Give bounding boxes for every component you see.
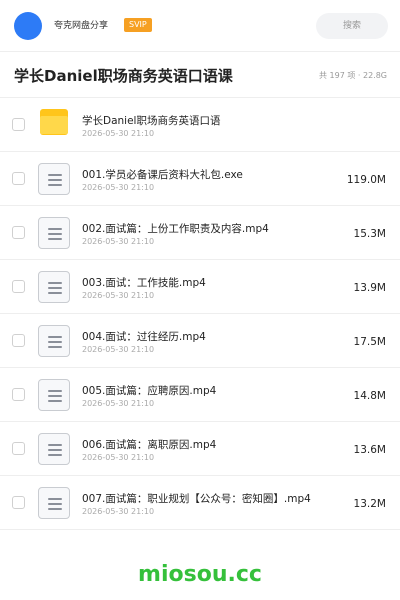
file-date: 2026-05-30 21:10	[82, 399, 155, 408]
list-item[interactable]: 006.面试篇：离职原因.mp4 2026-05-30 21:10 13.6M	[0, 422, 400, 476]
watermark: miosou.cc	[138, 562, 262, 587]
file-date: 2026-05-30 21:10	[82, 453, 155, 462]
file-name: 006.面试篇：离职原因.mp4	[82, 439, 217, 451]
search-button[interactable]: 搜索	[316, 13, 388, 39]
list-item[interactable]: 002.面试篇：上份工作职责及内容.mp4 2026-05-30 21:10 1…	[0, 206, 400, 260]
file-name: 007.面试篇：职业规划【公众号：密知圈】.mp4	[82, 493, 311, 505]
file-name: 002.面试篇：上份工作职责及内容.mp4	[82, 223, 269, 235]
file-name: 001.学员必备课后资料大礼包.exe	[82, 169, 243, 181]
file-name: 学长Daniel职场商务英语口语	[82, 115, 221, 127]
document-icon	[38, 379, 70, 411]
list-item[interactable]: 003.面试：工作技能.mp4 2026-05-30 21:10 13.9M	[0, 260, 400, 314]
page-title: 学长Daniel职场商务英语口语课	[14, 67, 233, 85]
document-icon	[38, 325, 70, 357]
list-item[interactable]: 001.学员必备课后资料大礼包.exe 2026-05-30 21:10 119…	[0, 152, 400, 206]
file-date: 2026-05-30 21:10	[82, 507, 155, 516]
file-size: 15.3M	[353, 228, 386, 240]
file-name: 004.面试：过往经历.mp4	[82, 331, 206, 343]
file-name: 005.面试篇：应聘原因.mp4	[82, 385, 217, 397]
app-name: 夸克网盘分享	[54, 21, 109, 31]
top-header: 夸克网盘分享 SVIP 搜索	[0, 0, 400, 52]
file-date: 2026-05-30 21:10	[82, 237, 155, 246]
list-item[interactable]: 007.面试篇：职业规划【公众号：密知圈】.mp4 2026-05-30 21:…	[0, 476, 400, 530]
select-checkbox[interactable]	[12, 226, 25, 239]
document-icon	[38, 271, 70, 303]
svip-badge: SVIP	[124, 18, 152, 32]
select-checkbox[interactable]	[12, 496, 25, 509]
list-item[interactable]: 学长Daniel职场商务英语口语 2026-05-30 21:10	[0, 98, 400, 152]
list-item[interactable]: 005.面试篇：应聘原因.mp4 2026-05-30 21:10 14.8M	[0, 368, 400, 422]
file-date: 2026-05-30 21:10	[82, 345, 155, 354]
file-size: 13.2M	[353, 498, 386, 510]
select-checkbox[interactable]	[12, 442, 25, 455]
document-icon	[38, 487, 70, 519]
file-size: 13.9M	[353, 282, 386, 294]
file-size: 119.0M	[346, 174, 386, 186]
document-icon	[38, 217, 70, 249]
file-list: 学长Daniel职场商务英语口语 2026-05-30 21:10 001.学员…	[0, 98, 400, 530]
file-size: 14.8M	[353, 390, 386, 402]
select-checkbox[interactable]	[12, 172, 25, 185]
select-checkbox[interactable]	[12, 334, 25, 347]
folder-title-bar: 学长Daniel职场商务英语口语课 共 197 项 · 22.8G	[0, 52, 400, 98]
file-size: 17.5M	[353, 336, 386, 348]
select-checkbox[interactable]	[12, 280, 25, 293]
select-checkbox[interactable]	[12, 118, 25, 131]
file-date: 2026-05-30 21:10	[82, 291, 155, 300]
folder-icon	[38, 109, 70, 141]
avatar[interactable]	[14, 12, 42, 40]
file-date: 2026-05-30 21:10	[82, 183, 155, 192]
select-checkbox[interactable]	[12, 388, 25, 401]
document-icon	[38, 163, 70, 195]
file-date: 2026-05-30 21:10	[82, 129, 155, 138]
list-item[interactable]: 004.面试：过往经历.mp4 2026-05-30 21:10 17.5M	[0, 314, 400, 368]
folder-meta: 共 197 项 · 22.8G	[319, 71, 387, 80]
document-icon	[38, 433, 70, 465]
file-size: 13.6M	[353, 444, 386, 456]
file-name: 003.面试：工作技能.mp4	[82, 277, 206, 289]
